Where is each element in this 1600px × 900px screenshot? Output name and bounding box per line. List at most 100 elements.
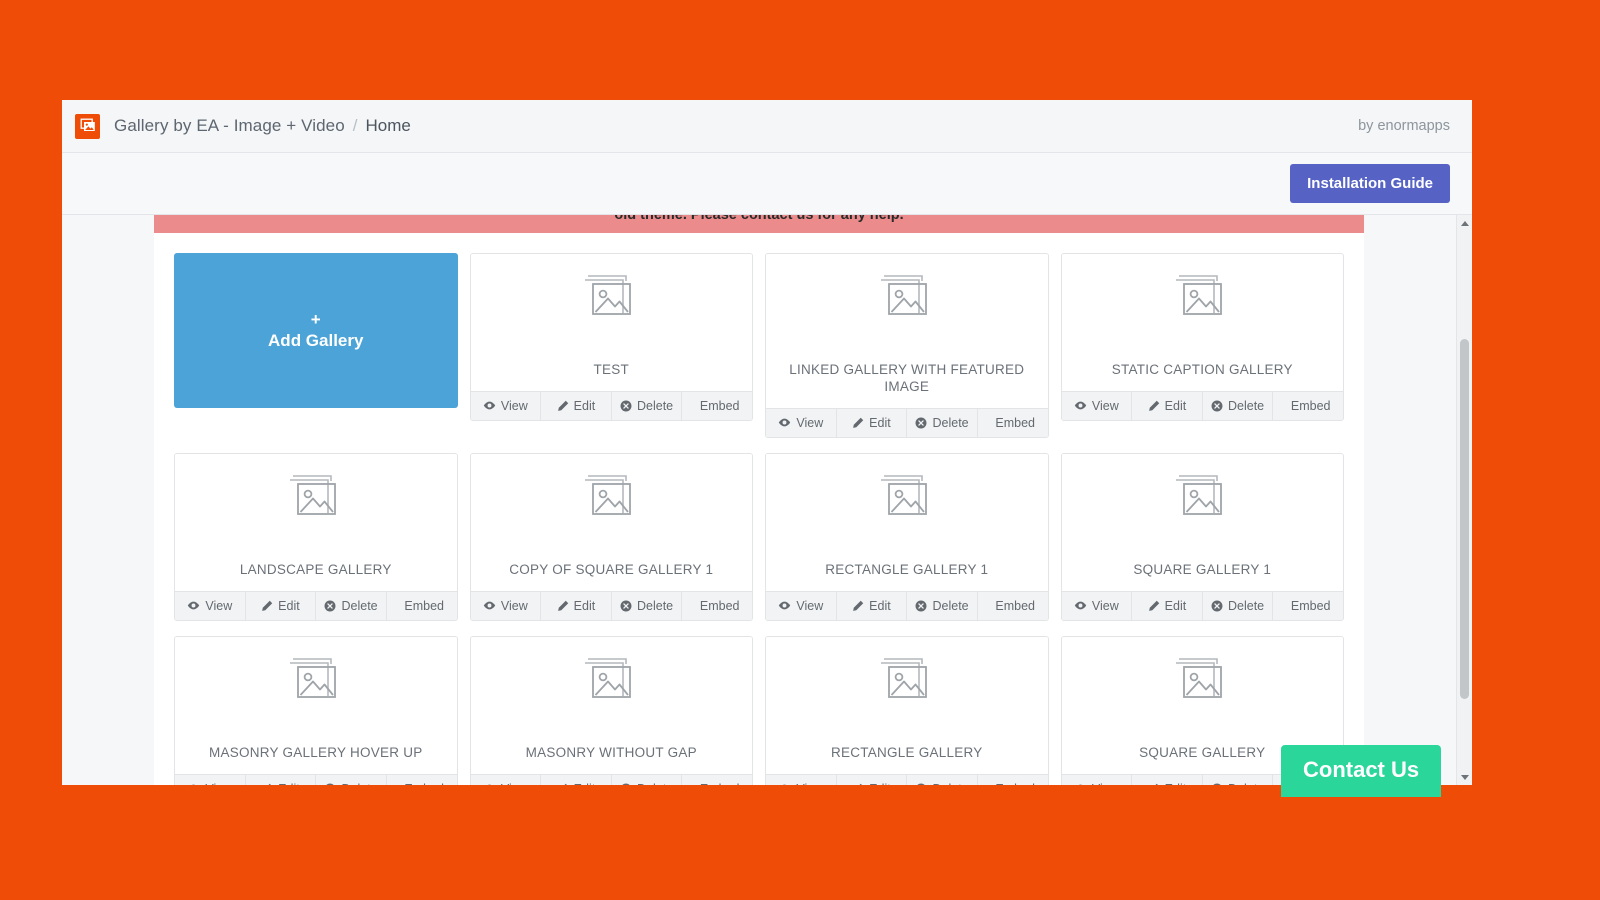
delete-action[interactable]: Delete — [907, 591, 978, 620]
title-bar: Gallery by EA - Image + Video / Home by … — [62, 100, 1472, 153]
circle-x-icon — [915, 600, 927, 612]
gallery-card[interactable]: COPY OF SQUARE GALLERY 1 View Edit Delete Em… — [469, 452, 753, 621]
embed-action[interactable]: Embed — [1273, 392, 1343, 420]
gallery-card[interactable]: SQUARE GALLERY 1 View Edit Delete Embed — [1060, 452, 1344, 621]
notice-banner: old theme. Please contact us for any hel… — [154, 215, 1364, 233]
card-thumbnail — [1061, 254, 1343, 348]
embed-label: Embed — [995, 598, 1035, 613]
delete-label: Delete — [637, 782, 673, 786]
delete-label: Delete — [636, 398, 674, 413]
card-title: SQUARE GALLERY 1 — [1133, 561, 1272, 577]
vertical-scrollbar[interactable] — [1456, 215, 1472, 785]
edit-label: Edit — [574, 782, 596, 786]
eye-icon — [187, 783, 200, 785]
edit-action[interactable]: Edit — [246, 591, 317, 620]
delete-label: Delete — [932, 415, 969, 430]
circle-x-icon — [915, 783, 927, 785]
caret-up-icon[interactable] — [1457, 215, 1472, 231]
add-gallery-card[interactable]: + Add Gallery — [174, 253, 458, 408]
delete-label: Delete — [1228, 782, 1264, 786]
view-action[interactable]: View — [175, 774, 246, 786]
view-label: View — [796, 782, 823, 786]
gallery-card[interactable]: MASONRY WITHOUT GAP View Edit Delete Embed — [469, 635, 753, 786]
gallery-card[interactable]: LINKED GALLERY WITH FEATURED IMAGE View Ed… — [765, 253, 1049, 438]
delete-action[interactable]: Delete — [907, 774, 978, 785]
breadcrumb-home[interactable]: Home — [366, 116, 411, 136]
gallery-card[interactable]: MASONRY GALLERY HOVER UP View Edit Delete Em… — [174, 635, 458, 786]
gallery-card[interactable]: TEST View Edit Delete Embed — [469, 253, 753, 421]
edit-action[interactable]: Edit — [541, 391, 612, 420]
embed-action[interactable]: Embed — [978, 409, 1048, 437]
view-action[interactable]: View — [1062, 774, 1133, 785]
embed-action[interactable]: Embed — [978, 592, 1048, 620]
pencil-icon — [1148, 400, 1160, 412]
view-action[interactable]: View — [471, 391, 542, 420]
installation-guide-button[interactable]: Installation Guide — [1290, 164, 1450, 203]
delete-action[interactable]: Delete — [1203, 774, 1274, 786]
pencil-icon — [261, 783, 273, 785]
toolbar: Installation Guide — [62, 153, 1472, 215]
edit-action[interactable]: Edit — [1132, 774, 1203, 785]
delete-action[interactable]: Delete — [612, 591, 683, 620]
contact-us-button[interactable]: Contact Us — [1281, 745, 1442, 797]
embed-action[interactable]: Embed — [1273, 592, 1343, 620]
view-action[interactable]: View — [766, 774, 837, 786]
delete-action[interactable]: Delete — [612, 391, 683, 420]
edit-action[interactable]: Edit — [837, 591, 908, 620]
card-actions: View Edit Delete Embed — [1061, 390, 1343, 420]
view-action[interactable]: View — [766, 408, 837, 437]
circle-x-icon — [620, 400, 632, 412]
caret-down-icon[interactable] — [1457, 769, 1472, 785]
edit-action[interactable]: Edit — [541, 774, 612, 786]
view-label: View — [500, 598, 528, 613]
edit-action[interactable]: Edit — [1132, 391, 1203, 420]
card-actions: View Edit Delete Embed — [1061, 590, 1343, 620]
image-placeholder-icon — [585, 275, 632, 315]
delete-action[interactable]: Delete — [1203, 391, 1274, 420]
embed-label: Embed — [1290, 598, 1331, 613]
delete-action[interactable]: Delete — [1203, 591, 1274, 620]
edit-action[interactable]: Edit — [541, 591, 612, 620]
embed-action[interactable]: Embed — [682, 592, 752, 620]
edit-action[interactable]: Edit — [246, 774, 317, 785]
gallery-card[interactable]: RECTANGLE GALLERY View Edit Delete Embed — [765, 635, 1049, 786]
content-area: old theme. Please contact us for any hel… — [62, 215, 1472, 785]
view-action[interactable]: View — [1062, 591, 1133, 620]
card-thumbnail — [1061, 636, 1343, 731]
delete-action[interactable]: Delete — [907, 408, 978, 437]
delete-action[interactable]: Delete — [316, 774, 387, 785]
gallery-card[interactable]: STATIC CAPTION GALLERY View Edit Delete Embe… — [1060, 253, 1344, 421]
delete-action[interactable]: Delete — [316, 591, 387, 620]
embed-action[interactable]: Embed — [978, 775, 1048, 786]
pencil-icon — [1148, 600, 1160, 612]
embed-action[interactable]: Embed — [387, 592, 457, 620]
view-action[interactable]: View — [471, 591, 542, 620]
embed-action[interactable]: Embed — [387, 775, 457, 786]
eye-icon — [1074, 783, 1087, 785]
circle-x-icon — [620, 600, 632, 612]
view-label: View — [205, 782, 232, 786]
embed-action[interactable]: Embed — [682, 392, 752, 420]
view-action[interactable]: View — [1062, 391, 1133, 420]
eye-icon — [483, 783, 496, 785]
embed-label: Embed — [700, 782, 740, 786]
embed-action[interactable]: Embed — [682, 775, 752, 786]
view-action[interactable]: View — [175, 591, 246, 620]
edit-action[interactable]: Edit — [1132, 591, 1203, 620]
gallery-card[interactable]: RECTANGLE GALLERY 1 View Edit Delete Embed — [765, 452, 1049, 621]
scrollbar-thumb[interactable] — [1460, 339, 1469, 699]
edit-action[interactable]: Edit — [837, 774, 908, 785]
view-action[interactable]: View — [471, 774, 542, 785]
circle-x-icon — [324, 600, 336, 612]
right-gutter — [1364, 215, 1456, 785]
card-title: RECTANGLE GALLERY — [830, 744, 983, 760]
view-action[interactable]: View — [766, 591, 837, 620]
delete-action[interactable]: Delete — [612, 774, 683, 786]
vendor-label: by enormapps — [1358, 118, 1450, 134]
gallery-card[interactable]: LANDSCAPE GALLERY View Edit Delete Embed — [174, 452, 458, 621]
card-title: STATIC CAPTION GALLERY — [1111, 362, 1293, 377]
image-placeholder-icon — [880, 275, 927, 315]
edit-label: Edit — [869, 415, 891, 430]
view-label: View — [796, 415, 824, 430]
edit-action[interactable]: Edit — [837, 408, 908, 437]
